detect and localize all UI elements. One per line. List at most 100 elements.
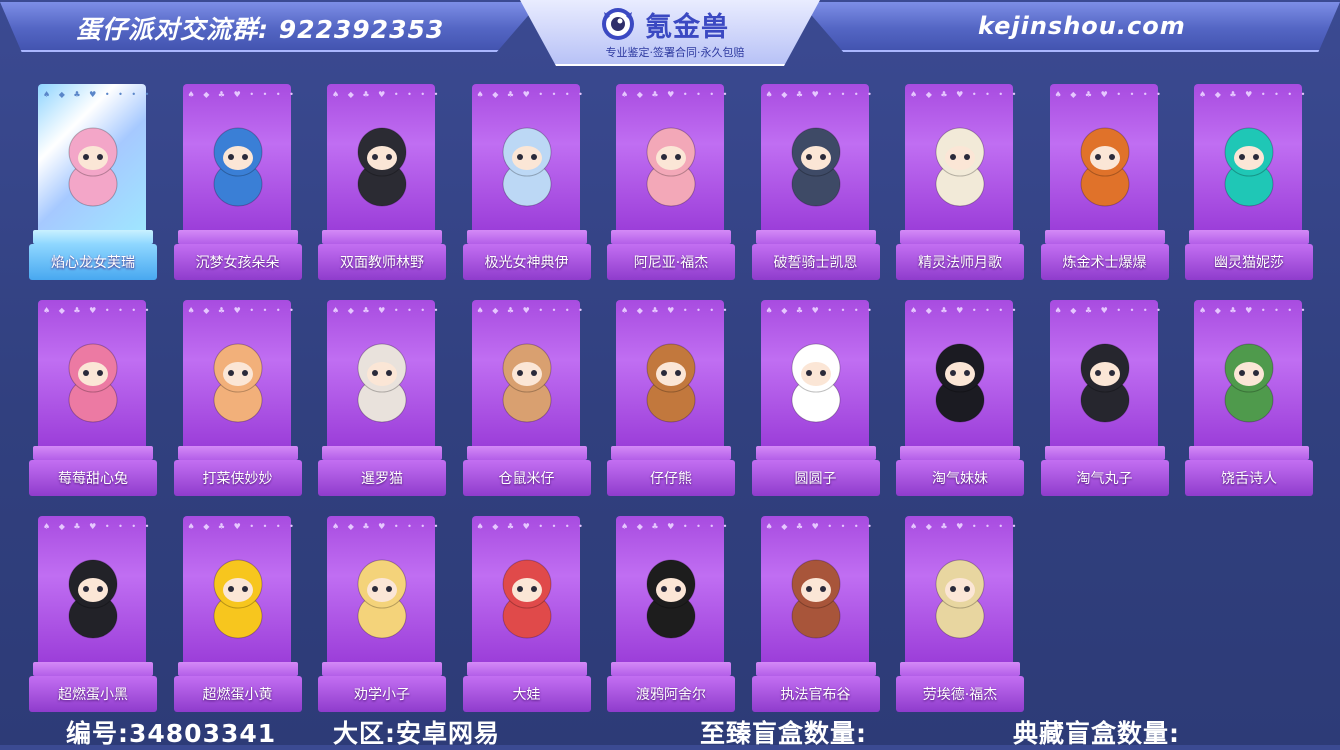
skin-card[interactable]: ♠ ◆ ♣ ♥ • • • • 超燃蛋小黑: [29, 512, 157, 712]
skin-name: 渡鸦阿舍尔: [636, 687, 706, 703]
card-pedestal: [466, 662, 587, 676]
skin-card[interactable]: ♠ ◆ ♣ ♥ • • • • 阿尼亚·福杰: [607, 80, 735, 280]
skin-card[interactable]: ♠ ◆ ♣ ♥ • • • • 淘气丸子: [1040, 296, 1169, 496]
card-suit-decoration: ♠ ◆ ♣ ♥ • • • •: [621, 522, 731, 531]
skin-name: 圆圆子: [794, 471, 837, 487]
character-figure-icon: [213, 127, 262, 207]
card-suit-decoration: ♠ ◆ ♣ ♥ • • • •: [765, 306, 875, 315]
character-figure-icon: [213, 559, 262, 639]
account-info-footer: 编号:34803341 大区:安卓网易 至臻盲盒数量: 典藏盲盒数量:: [0, 712, 1340, 748]
group-number-label: 蛋仔派对交流群: 922392353: [76, 15, 445, 44]
skin-name: 大娃: [512, 687, 541, 703]
card-suit-decoration: ♠ ◆ ♣ ♥ • • • •: [332, 522, 442, 531]
skin-card[interactable]: ♠ ◆ ♣ ♥ • • • • 极光女神典伊: [462, 80, 591, 280]
skin-card[interactable]: ♠ ◆ ♣ ♥ • • • • 莓莓甜心兔: [29, 296, 157, 496]
character-figure-icon: [357, 559, 407, 639]
card-pedestal: [33, 662, 153, 676]
character-figure-icon: [68, 127, 118, 207]
card-pedestal: [33, 446, 153, 460]
skin-name: 劳埃德·福杰: [922, 687, 998, 703]
card-pedestal: [611, 230, 731, 244]
card-pedestal: [177, 230, 298, 244]
skin-card[interactable]: ♠ ◆ ♣ ♥ • • • • 执法官布谷: [751, 512, 880, 712]
skin-card[interactable]: ♠ ◆ ♣ ♥ • • • • 仔仔熊: [607, 296, 735, 496]
character-figure-icon: [213, 343, 262, 423]
skin-card[interactable]: ♠ ◆ ♣ ♥ • • • • 仓鼠米仔: [462, 296, 591, 496]
skin-card[interactable]: ♠ ◆ ♣ ♥ • • • • 劝学小子: [318, 512, 446, 712]
character-figure-icon: [1080, 127, 1129, 207]
character-figure-icon: [646, 343, 696, 423]
card-suit-decoration: ♠ ◆ ♣ ♥ • • • •: [910, 522, 1020, 531]
skin-card[interactable]: ♠ ◆ ♣ ♥ • • • • 双面教师林野: [318, 80, 446, 280]
card-suit-decoration: ♠ ◆ ♣ ♥ • • • •: [765, 90, 875, 99]
header-banner: 蛋仔派对交流群: 922392353 氪金兽 专业鉴定·签署合同·永久包赔 ke…: [0, 0, 1340, 66]
skin-name: 超燃蛋小黄: [202, 687, 273, 703]
skin-name: 阿尼亚·福杰: [633, 255, 709, 271]
card-pedestal: [611, 662, 731, 676]
skin-card[interactable]: ♠ ◆ ♣ ♥ • • • • 大娃: [462, 512, 591, 712]
skin-name: 莓莓甜心兔: [58, 471, 128, 487]
card-suit-decoration: ♠ ◆ ♣ ♥ • • • •: [910, 306, 1020, 315]
skin-card[interactable]: ♠ ◆ ♣ ♥ • • • • 破誓骑士凯恩: [751, 80, 880, 280]
card-pedestal: [755, 230, 876, 244]
card-suit-decoration: ♠ ◆ ♣ ♥ • • • •: [476, 522, 586, 531]
character-figure-icon: [502, 343, 551, 423]
character-figure-icon: [791, 559, 840, 639]
skin-card[interactable]: ♠ ◆ ♣ ♥ • • • • 幽灵猫妮莎: [1185, 80, 1313, 280]
skin-name: 破誓骑士凯恩: [773, 255, 858, 271]
skin-card[interactable]: ♠ ◆ ♣ ♥ • • • • 打菜侠妙妙: [173, 296, 302, 496]
card-pedestal: [466, 230, 587, 244]
card-pedestal: [33, 230, 153, 244]
card-pedestal: [900, 662, 1020, 676]
card-pedestal: [466, 446, 587, 460]
skin-name: 仓鼠米仔: [498, 471, 555, 487]
logo-subtitle: 专业鉴定·签署合同·永久包赔: [605, 46, 745, 59]
character-figure-icon: [646, 127, 696, 207]
card-suit-decoration: ♠ ◆ ♣ ♥ • • • •: [476, 90, 586, 99]
character-figure-icon: [357, 343, 407, 423]
skin-card[interactable]: ♠ ◆ ♣ ♥ • • • • 圆圆子: [751, 296, 880, 496]
card-suit-decoration: ♠ ◆ ♣ ♥ • • • •: [43, 522, 153, 531]
character-figure-icon: [502, 559, 551, 639]
card-suit-decoration: ♠ ◆ ♣ ♥ • • • •: [1199, 306, 1309, 315]
skin-card[interactable]: ♠ ◆ ♣ ♥ • • • • 沉梦女孩朵朵: [173, 80, 302, 280]
skin-name: 超燃蛋小黑: [58, 687, 128, 703]
skin-name: 幽灵猫妮莎: [1214, 255, 1284, 271]
skin-card[interactable]: ♠ ◆ ♣ ♥ • • • • 渡鸦阿舍尔: [607, 512, 735, 712]
character-figure-icon: [791, 343, 840, 423]
card-suit-decoration: ♠ ◆ ♣ ♥ • • • •: [1199, 90, 1309, 99]
card-pedestal: [755, 446, 876, 460]
skin-name: 打菜侠妙妙: [202, 471, 273, 487]
character-figure-icon: [791, 127, 840, 207]
skin-card[interactable]: ♠ ◆ ♣ ♥ • • • • 暹罗猫: [318, 296, 446, 496]
skin-card[interactable]: ♠ ◆ ♣ ♥ • • • • 焰心龙女芙瑞: [29, 80, 157, 280]
character-figure-icon: [935, 127, 985, 207]
card-pedestal: [755, 662, 876, 676]
skin-card[interactable]: ♠ ◆ ♣ ♥ • • • • 精灵法师月歌: [896, 80, 1024, 280]
skin-card[interactable]: ♠ ◆ ♣ ♥ • • • • 淘气妹妹: [896, 296, 1024, 496]
skin-name: 劝学小子: [354, 687, 410, 703]
skin-card-grid: ♠ ◆ ♣ ♥ • • • • 焰心龙女芙瑞 ♠ ◆ ♣ ♥ • • • • 沉梦女孩…: [29, 80, 1319, 712]
skin-name: 极光女神典伊: [484, 255, 569, 271]
skin-card[interactable]: ♠ ◆ ♣ ♥ • • • • 炼金术士爆爆: [1040, 80, 1169, 280]
card-suit-decoration: ♠ ◆ ♣ ♥ • • • •: [332, 90, 442, 99]
skin-name: 沉梦女孩朵朵: [195, 255, 280, 271]
card-suit-decoration: ♠ ◆ ♣ ♥ • • • •: [621, 306, 731, 315]
skin-card[interactable]: ♠ ◆ ♣ ♥ • • • • 劳埃德·福杰: [896, 512, 1024, 712]
logo-text: 氪金兽: [645, 12, 729, 43]
card-suit-decoration: ♠ ◆ ♣ ♥ • • • •: [187, 90, 297, 99]
character-figure-icon: [1224, 343, 1274, 423]
skin-card[interactable]: ♠ ◆ ♣ ♥ • • • • 饶舌诗人: [1185, 296, 1313, 496]
skin-name: 执法官布谷: [780, 687, 851, 703]
skin-name: 仔仔熊: [650, 471, 692, 487]
card-pedestal: [900, 446, 1020, 460]
skin-name: 双面教师林野: [340, 255, 424, 271]
card-suit-decoration: ♠ ◆ ♣ ♥ • • • •: [1054, 306, 1164, 315]
character-figure-icon: [68, 343, 118, 423]
character-figure-icon: [1224, 127, 1274, 207]
card-pedestal: [177, 662, 298, 676]
skin-card[interactable]: ♠ ◆ ♣ ♥ • • • • 超燃蛋小黄: [173, 512, 302, 712]
card-suit-decoration: ♠ ◆ ♣ ♥ • • • •: [43, 90, 153, 99]
card-pedestal: [1189, 446, 1309, 460]
card-suit-decoration: ♠ ◆ ♣ ♥ • • • •: [332, 306, 442, 315]
